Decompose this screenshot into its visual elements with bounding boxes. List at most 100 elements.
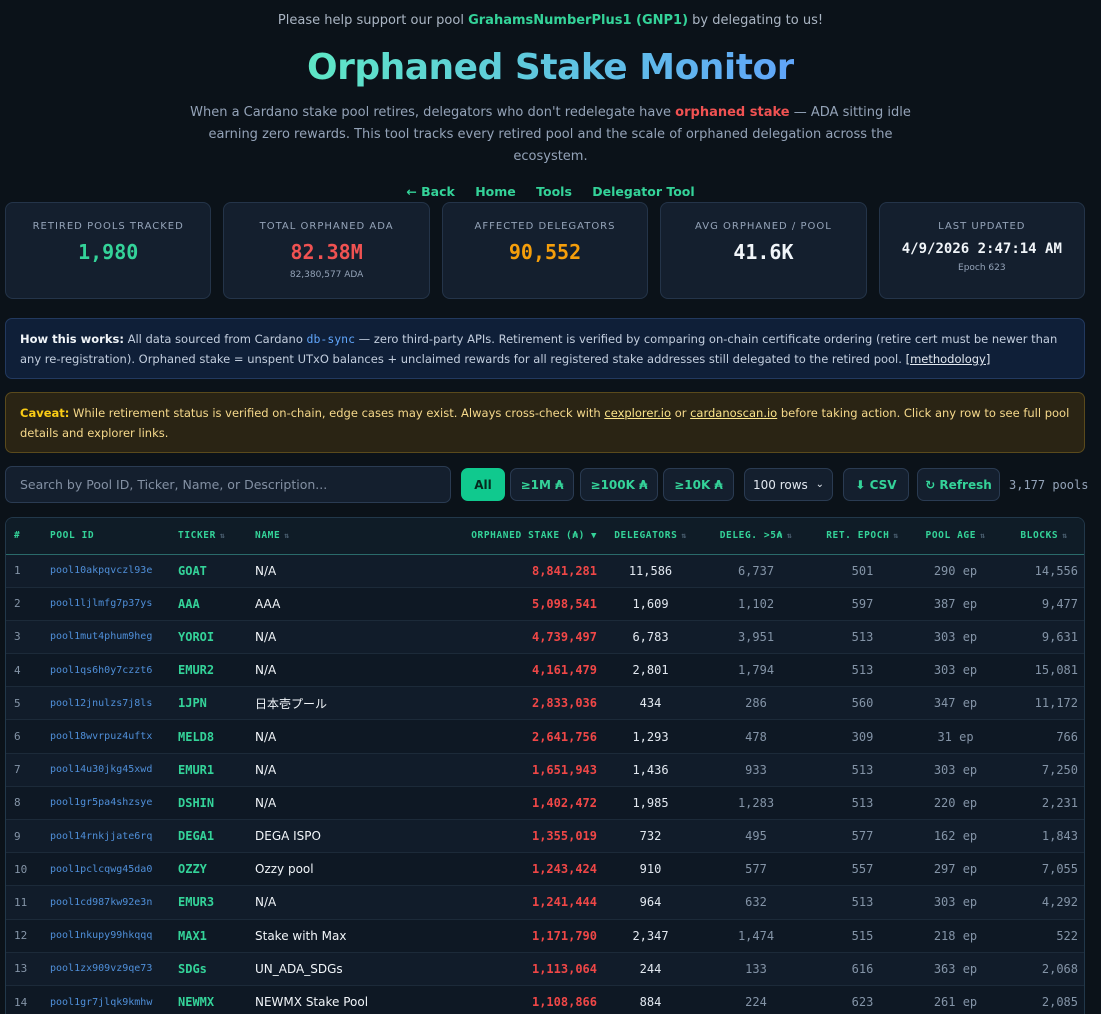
filter-10k-button[interactable]: ≥10K ₳	[663, 468, 734, 501]
total-orphaned-value: 82.38M	[290, 240, 363, 264]
table-row[interactable]: 5 pool12jnulzs7j8ls 1JPN 日本壱プール 2,833,036 434…	[6, 686, 1084, 720]
col-header-rank[interactable]: #	[6, 518, 42, 555]
table-row[interactable]: 10 pool1pclcqwg45da0 OZZY Ozzy pool 1,243,42…	[6, 852, 1084, 886]
table-row[interactable]: 3 pool1mut4phum9heg YOROI N/A 4,739,497 6,783…	[6, 620, 1084, 654]
ticker-cell: NEWMX	[178, 995, 215, 1010]
delegators-over-5-cell: 6,737	[737, 563, 775, 578]
pool-age-cell: 363 ep	[933, 961, 978, 976]
sort-icon: ⇅	[980, 531, 986, 541]
pool-name-cell: N/A	[255, 629, 277, 644]
ticker-cell: EMUR1	[178, 762, 215, 777]
rows-per-page-select[interactable]: 100 rows ⌄	[744, 468, 833, 501]
nav-home-link[interactable]: Home	[475, 184, 516, 199]
chevron-down-icon: ⌄	[815, 479, 824, 490]
filter-1m-button[interactable]: ≥1M ₳	[510, 468, 574, 501]
delegators-cell: 1,985	[632, 795, 669, 810]
table-row[interactable]: 4 pool1qs6h0y7czzt6 EMUR2 N/A 4,161,479 2,801…	[6, 653, 1084, 687]
delegators-cell: 1,436	[632, 762, 669, 777]
delegators-cell: 434	[639, 696, 662, 711]
orphaned-stake-cell: 1,355,019	[531, 829, 597, 844]
sort-icon: ⇅	[284, 531, 290, 541]
retirement-epoch-cell: 309	[851, 729, 874, 744]
col-header-name[interactable]: NAME ⇅	[247, 518, 432, 555]
ticker-cell: MAX1	[178, 928, 207, 943]
ticker-cell: OZZY	[178, 862, 207, 877]
orphaned-stake-cell: 2,833,036	[531, 696, 597, 711]
row-rank-cell: 10	[14, 862, 28, 876]
orphaned-stake-cell: 1,108,866	[531, 995, 597, 1010]
table-row[interactable]: 6 pool18wvrpuz4uftx MELD8 N/A 2,641,756 1,293…	[6, 719, 1084, 754]
methodology-link[interactable]: [methodology]	[906, 352, 991, 366]
col-header-blocks[interactable]: BLOCKS ⇅	[1002, 518, 1084, 555]
pool-id-cell: pool14u30jkg45xwd	[50, 764, 153, 776]
blocks-cell: 7,055	[1041, 862, 1078, 877]
col-header-deleg-5[interactable]: DELEG. >5₳ ⇅	[696, 518, 816, 555]
delegators-cell: 964	[639, 895, 662, 910]
orphaned-stake-cell: 1,243,424	[531, 862, 597, 877]
support-banner: Please help support our pool GrahamsNumb…	[0, 0, 1101, 32]
caveat-box: Caveat: While retirement status is verif…	[5, 392, 1085, 453]
pool-name-cell: N/A	[255, 563, 277, 578]
pool-id-cell: pool18wvrpuz4uftx	[50, 731, 153, 743]
table-row[interactable]: 9 pool14rnkjjate6rq DEGA1 DEGA ISPO 1,355,01…	[6, 819, 1084, 853]
sort-icon: ⇅	[893, 531, 899, 541]
table-row[interactable]: 8 pool1gr5pa4shzsye DSHIN N/A 1,402,472 1,985…	[6, 786, 1084, 820]
delegators-cell: 2,347	[632, 928, 669, 943]
refresh-button[interactable]: ↻ Refresh	[917, 468, 1000, 501]
pool-id-cell: pool1cd987kw92e3n	[50, 896, 153, 908]
pool-id-cell: pool1ljlmfg7p37ys	[50, 598, 153, 610]
col-header-delegators[interactable]: DELEGATORS ⇅	[605, 518, 696, 555]
delegators-over-5-cell: 1,102	[737, 596, 775, 611]
table-row[interactable]: 14 pool1gr7jlqk9kmhw NEWMX NEWMX Stake Pool…	[6, 985, 1084, 1014]
sort-icon: ⇅	[1062, 531, 1068, 541]
table-row[interactable]: 2 pool1ljlmfg7p37ys AAA AAA 5,098,541 1,609 1,…	[6, 587, 1084, 621]
page-description: When a Cardano stake pool retires, deleg…	[190, 105, 911, 164]
col-header-pool-age[interactable]: POOL AGE ⇅	[909, 518, 1002, 555]
search-input[interactable]	[5, 466, 451, 503]
table-row[interactable]: 11 pool1cd987kw92e3n EMUR3 N/A 1,241,444 964 6…	[6, 885, 1084, 920]
nav-delegator-tool-link[interactable]: Delegator Tool	[592, 184, 694, 199]
filter-all-button[interactable]: All	[461, 468, 505, 501]
ticker-cell: DSHIN	[178, 795, 215, 810]
orphaned-stake-cell: 4,739,497	[531, 629, 597, 644]
cexplorer-link[interactable]: cexplorer.io	[604, 406, 671, 420]
pool-age-cell: 290 ep	[933, 563, 978, 578]
blocks-cell: 9,477	[1041, 596, 1078, 611]
cardanoscan-link[interactable]: cardanoscan.io	[690, 406, 777, 420]
csv-export-button[interactable]: ⬇ CSV	[843, 468, 909, 501]
table-row[interactable]: 13 pool1zx909vz9qe73 SDGs UN_ADA_SDGs 1,113,…	[6, 952, 1084, 986]
pool-name-cell: N/A	[255, 895, 277, 910]
pool-id-cell: pool1qs6h0y7czzt6	[50, 664, 153, 676]
delegators-over-5-cell: 632	[745, 895, 767, 910]
pool-count: 3,177 pools	[1009, 477, 1089, 492]
retirement-epoch-cell: 513	[851, 895, 874, 910]
blocks-cell: 766	[1056, 729, 1078, 744]
nav-tools-link[interactable]: Tools	[536, 184, 572, 199]
ticker-cell: 1JPN	[178, 696, 207, 711]
pool-age-cell: 261 ep	[933, 995, 978, 1010]
pool-age-cell: 297 ep	[933, 862, 978, 877]
delegators-cell: 1,609	[632, 596, 669, 611]
delegators-over-5-cell: 478	[745, 729, 767, 744]
delegators-cell: 884	[639, 995, 662, 1010]
table-row[interactable]: 7 pool14u30jkg45xwd EMUR1 N/A 1,651,943 1,436…	[6, 753, 1084, 787]
nav-back-link[interactable]: ← Back	[406, 184, 455, 199]
col-header-orphaned-stake[interactable]: ORPHANED STAKE (₳) ▼	[432, 518, 605, 555]
delegators-over-5-cell: 224	[745, 995, 767, 1010]
filter-100k-button[interactable]: ≥100K ₳	[580, 468, 658, 501]
pool-name-cell: DEGA ISPO	[255, 829, 321, 844]
orphaned-stake-highlight: orphaned stake	[675, 105, 790, 120]
col-header-ticker[interactable]: TICKER ⇅	[170, 518, 247, 555]
caveat-heading: Caveat:	[20, 406, 70, 420]
pool-age-cell: 31 ep	[937, 729, 974, 744]
table-row[interactable]: 12 pool1nkupy99hkqqq MAX1 Stake with Max 1,1…	[6, 919, 1084, 953]
pool-name-cell: N/A	[255, 762, 277, 777]
col-header-ret-epoch[interactable]: RET. EPOCH ⇅	[816, 518, 909, 555]
col-header-pool-id[interactable]: POOL ID	[42, 518, 170, 555]
support-pool-name[interactable]: GrahamsNumberPlus1 (GNP1)	[468, 13, 688, 28]
retirement-epoch-cell: 557	[851, 862, 874, 877]
orphaned-stake-cell: 1,241,444	[531, 895, 597, 910]
table-row[interactable]: 1 pool10akpqvczl93e GOAT N/A 8,841,281 11,586…	[6, 554, 1084, 588]
pool-name-cell: NEWMX Stake Pool	[255, 995, 369, 1010]
retirement-epoch-cell: 501	[851, 563, 874, 578]
